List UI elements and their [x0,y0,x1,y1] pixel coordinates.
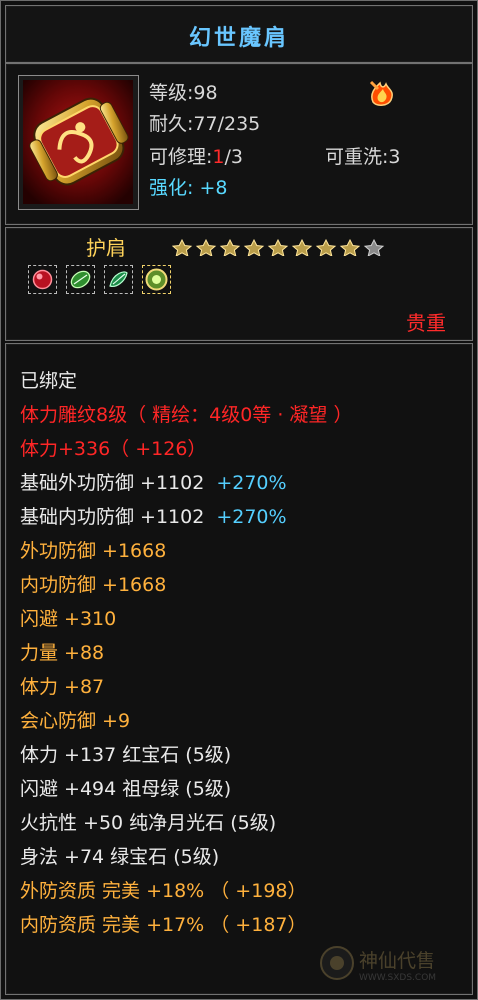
watermark-title: 神仙代售 [359,950,435,972]
attribute-line: 内防资质 完美 +17% （ +187） [20,910,307,937]
filled-star-icon [291,238,313,256]
attribute-line: 身法 +74 绿宝石 (5级) [20,842,219,869]
level-row: 等级:98 [149,82,218,104]
attribute-text: 火抗性 +50 纯净月光石 (5级) [20,812,277,834]
green-gem-slot[interactable] [66,265,95,294]
attribute-line: 体力+336（ +126） [20,434,206,461]
rewash-row: 可重洗:3 [325,146,401,168]
attribute-text: 体力 +137 红宝石 (5级) [20,744,232,766]
attribute-text: 力量 +88 [20,642,105,664]
watermark-logo: 神仙代售 WWW.SXDS.COM [320,946,436,983]
attribute-text: 已绑定 [20,370,78,392]
rarity-label: 贵重 [406,311,446,335]
green-jade-icon [109,271,128,287]
item-name: 幻世魔肩 [188,26,289,51]
red-gem-icon [32,269,53,290]
filled-star-icon [267,238,289,256]
repair-row: 可修理:1/3 [149,146,244,168]
item-header: 等级:98 耐久:77/235 可修理:1/3 可重洗:3 强化: +8 [5,63,473,225]
item-icon-frame[interactable] [18,75,139,210]
attribute-text: 体力雕纹8级（ 精绘：4级0等 · 凝望 ） [20,404,353,426]
title-bar: 幻世魔肩 [5,5,473,63]
repair-current: 1 [212,146,225,168]
repair-label: 可修理 [149,146,207,168]
attribute-line: 体力 +137 红宝石 (5级) [20,740,231,767]
red-gem-slot[interactable] [28,265,57,294]
filled-star-icon [243,238,265,256]
filled-star-icon [339,238,361,256]
attribute-line: 外功防御 +1668 [20,536,166,563]
attribute-bonus: +270% [216,472,287,494]
rewash-value: 3 [388,146,401,168]
slot-panel: 护肩 贵重 [5,227,473,341]
attributes-panel: 已绑定体力雕纹8级（ 精绘：4级0等 · 凝望 ） 体力+336（ +126） 基础… [5,343,473,995]
empty-star-icon [363,238,385,256]
attribute-text: 内防资质 完美 +17% （ +187） [20,914,307,936]
attribute-line: 力量 +88 [20,638,104,665]
watermark-url: WWW.SXDS.COM [359,973,436,983]
durability-label: 耐久 [149,113,188,135]
green-gem-icon [70,270,91,289]
item-tooltip: 幻世魔肩 等级:98 耐久:77/235 可修理:1/3 可重洗:3 强化: +… [0,0,478,1000]
durability-value: 77/235 [193,113,261,135]
gold-gem-slot[interactable] [142,265,171,294]
attribute-line: 体力 +87 [20,672,104,699]
flame-badge-icon [369,80,393,106]
attribute-line: 闪避 +494 祖母绿 (5级) [20,774,231,801]
scroll-shoulder-icon [23,80,133,204]
attribute-line: 基础外功防御 +1102 +270% [20,468,287,495]
attribute-line: 火抗性 +50 纯净月光石 (5级) [20,808,276,835]
attribute-text: 基础内功防御 +1102 [20,506,205,528]
attribute-line: 闪避 +310 [20,604,116,631]
slot-label: 护肩 [86,236,126,260]
attribute-text: 闪避 +494 祖母绿 (5级) [20,778,232,800]
attribute-bonus: +270% [216,506,287,528]
enhance-label: 强化 [149,177,188,199]
attribute-line: 体力雕纹8级（ 精绘：4级0等 · 凝望 ） [20,400,352,427]
filled-star-icon [315,238,337,256]
attribute-text: 闪避 +310 [20,608,117,630]
attribute-text: 基础外功防御 +1102 [20,472,205,494]
gold-gem-icon [145,268,168,291]
attribute-line: 已绑定 [20,366,77,393]
attribute-text: 体力 +87 [20,676,105,698]
green-jade-slot[interactable] [104,265,133,294]
filled-star-icon [195,238,217,256]
attribute-line: 会心防御 +9 [20,706,130,733]
attribute-text: 外防资质 完美 +18% （ +198） [20,880,307,902]
attribute-text: 会心防御 +9 [20,710,131,732]
durability-row: 耐久:77/235 [149,113,261,135]
filled-star-icon [172,238,193,256]
attribute-text: 外功防御 +1668 [20,540,167,562]
star-rating [172,238,385,256]
attribute-text: 体力+336（ +126） [20,438,207,460]
level-value: 98 [193,82,218,104]
attribute-line: 内功防御 +1668 [20,570,166,597]
repair-total: /3 [224,146,244,168]
enhance-row: 强化: +8 [149,177,228,199]
enhance-value: +8 [199,177,228,199]
filled-star-icon [219,238,241,256]
rewash-label: 可重洗 [325,146,383,168]
attribute-text: 身法 +74 绿宝石 (5级) [20,846,220,868]
level-label: 等级 [149,82,188,104]
attribute-line: 基础内功防御 +1102 +270% [20,502,287,529]
attribute-line: 外防资质 完美 +18% （ +198） [20,876,307,903]
attribute-text: 内功防御 +1668 [20,574,167,596]
